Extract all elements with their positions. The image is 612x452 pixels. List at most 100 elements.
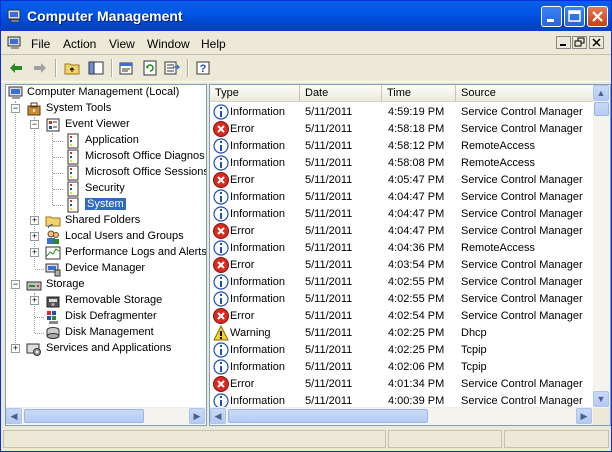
column-header-date[interactable]: Date bbox=[300, 85, 382, 102]
expand-icon[interactable]: + bbox=[11, 344, 20, 353]
scroll-up-icon[interactable]: ▲ bbox=[593, 85, 609, 101]
event-row[interactable]: Error 5/11/2011 4:04:47 PM Service Control … bbox=[210, 223, 594, 240]
event-row[interactable]: Information 5/11/2011 4:04:36 PM RemoteAcce… bbox=[210, 240, 594, 257]
event-row[interactable]: Information 5/11/2011 4:02:55 PM Service Co… bbox=[210, 274, 594, 291]
scroll-thumb[interactable] bbox=[228, 409, 428, 423]
up-folder-icon[interactable] bbox=[63, 59, 81, 77]
expand-icon[interactable]: + bbox=[30, 232, 39, 241]
child-restore-button[interactable] bbox=[572, 36, 587, 49]
expand-icon[interactable]: + bbox=[30, 296, 39, 305]
status-panel-2 bbox=[388, 430, 502, 448]
scroll-thumb[interactable] bbox=[594, 102, 609, 116]
menu-window[interactable]: Window bbox=[147, 37, 190, 51]
event-type: Information bbox=[230, 140, 286, 152]
event-time: 4:02:25 PM bbox=[388, 327, 445, 339]
information-icon bbox=[213, 342, 229, 358]
tree-horizontal-scrollbar[interactable]: ◀ ▶ bbox=[6, 407, 206, 425]
event-time: 4:02:54 PM bbox=[388, 310, 445, 322]
tree-connector bbox=[53, 141, 63, 143]
event-row[interactable]: Error 5/11/2011 4:03:54 PM Service Control … bbox=[210, 257, 594, 274]
event-date: 5/11/2011 bbox=[305, 395, 353, 407]
forward-icon[interactable] bbox=[31, 59, 49, 77]
title-bar[interactable]: Computer Management bbox=[1, 1, 611, 31]
close-button[interactable] bbox=[587, 6, 608, 27]
back-icon[interactable] bbox=[7, 59, 25, 77]
event-row[interactable]: Information 5/11/2011 4:02:25 PM Tcpip bbox=[210, 342, 594, 359]
help-icon[interactable]: ? bbox=[195, 59, 213, 77]
event-source: Tcpip bbox=[461, 344, 487, 356]
event-row[interactable]: Information 5/11/2011 4:58:12 PM RemoteAcce… bbox=[210, 138, 594, 155]
maximize-button[interactable] bbox=[564, 6, 585, 27]
minimize-button[interactable] bbox=[541, 6, 562, 27]
scroll-left-icon[interactable]: ◀ bbox=[210, 408, 226, 424]
shared-folder-icon bbox=[45, 216, 61, 229]
scroll-right-icon[interactable]: ▶ bbox=[576, 408, 592, 424]
collapse-icon[interactable]: − bbox=[30, 120, 39, 129]
event-row[interactable]: Error 5/11/2011 4:58:18 PM Service Control … bbox=[210, 121, 594, 138]
event-time: 4:05:47 PM bbox=[388, 174, 445, 186]
tree-label: Local Users and Groups bbox=[65, 230, 184, 242]
column-header-source[interactable]: Source bbox=[456, 85, 594, 102]
scroll-thumb[interactable] bbox=[24, 409, 144, 423]
event-time: 4:59:19 PM bbox=[388, 106, 445, 118]
event-row[interactable]: Information 5/11/2011 4:58:08 PM RemoteAcce… bbox=[210, 155, 594, 172]
event-row[interactable]: Information 5/11/2011 4:02:55 PM Service Co… bbox=[210, 291, 594, 308]
event-type: Information bbox=[230, 106, 286, 118]
event-row[interactable]: Error 5/11/2011 4:02:54 PM Service Control … bbox=[210, 308, 594, 325]
information-icon bbox=[213, 206, 229, 222]
menu-action[interactable]: Action bbox=[63, 37, 96, 51]
event-type: Information bbox=[230, 191, 286, 203]
scroll-down-icon[interactable]: ▼ bbox=[593, 391, 609, 407]
event-source: Service Control Manager bbox=[461, 276, 583, 288]
restore-icon bbox=[574, 37, 585, 47]
event-row[interactable]: Information 5/11/2011 4:59:19 PM Service Co… bbox=[210, 104, 594, 121]
menu-view[interactable]: View bbox=[109, 37, 135, 51]
scroll-left-icon[interactable]: ◀ bbox=[6, 408, 22, 424]
child-minimize-button[interactable] bbox=[556, 36, 571, 49]
warning-icon bbox=[213, 324, 229, 341]
properties-icon[interactable] bbox=[117, 59, 135, 77]
collapse-icon[interactable]: − bbox=[11, 280, 20, 289]
event-row[interactable]: Error 5/11/2011 4:01:34 PM Service Control … bbox=[210, 376, 594, 393]
event-row[interactable]: Error 5/11/2011 4:05:47 PM Service Control … bbox=[210, 172, 594, 189]
storage-icon bbox=[26, 281, 42, 291]
tree-label: Storage bbox=[46, 278, 85, 290]
minimize-icon bbox=[560, 44, 566, 46]
column-header-time[interactable]: Time bbox=[382, 85, 456, 102]
event-row[interactable]: Information 5/11/2011 4:04:47 PM Service Co… bbox=[210, 189, 594, 206]
console-tree-pane[interactable]: Computer Management (Local) − System Too… bbox=[5, 84, 207, 426]
event-list-horizontal-scrollbar[interactable]: ◀ ▶ bbox=[210, 407, 593, 425]
information-icon bbox=[213, 359, 229, 375]
scroll-right-icon[interactable]: ▶ bbox=[189, 408, 205, 424]
event-row[interactable]: Information 5/11/2011 4:02:06 PM Tcpip bbox=[210, 359, 594, 376]
refresh-icon[interactable] bbox=[141, 59, 159, 77]
show-hide-tree-icon[interactable] bbox=[87, 59, 105, 77]
event-row[interactable]: Information 5/11/2011 4:04:47 PM Service Co… bbox=[210, 206, 594, 223]
menu-file[interactable]: File bbox=[31, 37, 50, 51]
tree-label: Services and Applications bbox=[46, 342, 172, 354]
tree-label-selected: System bbox=[85, 198, 126, 210]
event-row[interactable]: Warning 5/11/2011 4:02:25 PM Dhcp bbox=[210, 324, 594, 342]
child-close-button[interactable] bbox=[589, 36, 604, 49]
document-control-icon[interactable] bbox=[7, 35, 23, 51]
menu-help[interactable]: Help bbox=[201, 37, 226, 51]
event-date: 5/11/2011 bbox=[305, 157, 353, 169]
event-list-pane[interactable]: Type Date Time Source Information 5/11/20… bbox=[209, 84, 611, 426]
collapse-icon[interactable]: − bbox=[11, 104, 20, 113]
minimize-icon bbox=[547, 19, 554, 22]
tree-label: Application bbox=[85, 134, 139, 146]
tree-label: Disk Defragmenter bbox=[65, 310, 157, 322]
event-list-vertical-scrollbar[interactable]: ▲ ▼ bbox=[593, 85, 610, 408]
expand-icon[interactable]: + bbox=[30, 216, 39, 225]
event-viewer-icon bbox=[46, 118, 60, 132]
event-type: Warning bbox=[230, 327, 271, 339]
event-source: RemoteAccess bbox=[461, 242, 535, 254]
event-source: Dhcp bbox=[461, 327, 487, 339]
column-header-type[interactable]: Type bbox=[210, 85, 300, 102]
event-time: 4:04:47 PM bbox=[388, 208, 445, 220]
expand-icon[interactable]: + bbox=[30, 248, 39, 257]
information-icon bbox=[213, 138, 229, 154]
event-date: 5/11/2011 bbox=[305, 191, 353, 203]
export-list-icon[interactable] bbox=[163, 59, 181, 77]
status-bar bbox=[1, 427, 611, 451]
